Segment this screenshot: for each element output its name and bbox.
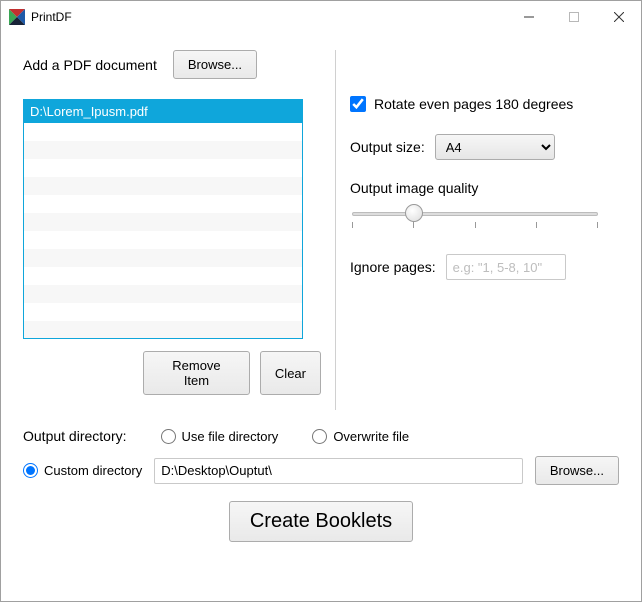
top-area: Add a PDF document Browse... D:\Lorem_Ip… <box>23 50 619 410</box>
right-panel: Rotate even pages 180 degrees Output siz… <box>350 50 619 410</box>
app-icon <box>9 9 25 25</box>
maximize-button[interactable] <box>551 1 596 32</box>
radio-custom[interactable] <box>23 463 38 478</box>
quality-slider[interactable] <box>350 204 600 232</box>
slider-track <box>352 212 598 216</box>
remove-item-button[interactable]: Remove Item <box>143 351 250 395</box>
list-row <box>24 195 302 213</box>
ignore-label: Ignore pages: <box>350 259 436 275</box>
left-panel: Add a PDF document Browse... D:\Lorem_Ip… <box>23 50 321 410</box>
browse-output-button[interactable]: Browse... <box>535 456 619 485</box>
clear-button[interactable]: Clear <box>260 351 321 395</box>
radio-overwrite-wrap[interactable]: Overwrite file <box>312 429 409 444</box>
output-size-label: Output size: <box>350 139 425 155</box>
radio-overwrite-label: Overwrite file <box>333 429 409 444</box>
window-title: PrintDF <box>31 10 72 24</box>
minimize-button[interactable] <box>506 1 551 32</box>
slider-thumb[interactable] <box>405 204 423 222</box>
list-row <box>24 249 302 267</box>
list-row <box>24 303 302 321</box>
browse-pdf-button[interactable]: Browse... <box>173 50 257 79</box>
create-row: Create Booklets <box>23 501 619 542</box>
output-dir-label: Output directory: <box>23 428 127 444</box>
output-size-row: Output size: A4 <box>350 134 619 160</box>
ignore-row: Ignore pages: <box>350 254 619 280</box>
radio-usefile-label: Use file directory <box>182 429 279 444</box>
titlebar-left: PrintDF <box>9 9 72 25</box>
add-pdf-label: Add a PDF document <box>23 57 157 73</box>
quality-block: Output image quality <box>350 180 619 232</box>
output-row1: Output directory: Use file directory Ove… <box>23 428 619 444</box>
vertical-divider <box>335 50 336 410</box>
list-item[interactable]: D:\Lorem_Ipusm.pdf <box>24 100 302 123</box>
window-controls <box>506 1 641 32</box>
add-row: Add a PDF document Browse... <box>23 50 321 79</box>
list-rows <box>24 123 302 339</box>
list-row <box>24 285 302 303</box>
list-row <box>24 177 302 195</box>
custom-dir-input[interactable] <box>154 458 523 484</box>
rotate-row: Rotate even pages 180 degrees <box>350 96 619 112</box>
bottom-area: Output directory: Use file directory Ove… <box>23 428 619 542</box>
list-row <box>24 123 302 141</box>
radio-custom-label: Custom directory <box>44 463 142 478</box>
rotate-label: Rotate even pages 180 degrees <box>374 96 573 112</box>
content: Add a PDF document Browse... D:\Lorem_Ip… <box>1 32 641 601</box>
output-row2: Custom directory Browse... <box>23 456 619 485</box>
list-row <box>24 231 302 249</box>
create-booklets-button[interactable]: Create Booklets <box>229 501 413 542</box>
list-row <box>24 267 302 285</box>
radio-overwrite[interactable] <box>312 429 327 444</box>
output-size-select[interactable]: A4 <box>435 134 555 160</box>
radio-usefile[interactable] <box>161 429 176 444</box>
list-row <box>24 159 302 177</box>
ignore-pages-input[interactable] <box>446 254 566 280</box>
list-actions: Remove Item Clear <box>143 351 321 395</box>
titlebar: PrintDF <box>1 1 641 32</box>
quality-label: Output image quality <box>350 180 619 196</box>
slider-ticks <box>350 222 600 230</box>
close-button[interactable] <box>596 1 641 32</box>
app-window: PrintDF Add a PDF document Browse... D: <box>0 0 642 602</box>
rotate-checkbox[interactable] <box>350 96 366 112</box>
list-row <box>24 141 302 159</box>
list-row <box>24 321 302 339</box>
list-row <box>24 213 302 231</box>
file-listbox[interactable]: D:\Lorem_Ipusm.pdf <box>23 99 303 339</box>
radio-usefile-wrap[interactable]: Use file directory <box>161 429 279 444</box>
radio-custom-wrap[interactable]: Custom directory <box>23 463 142 478</box>
